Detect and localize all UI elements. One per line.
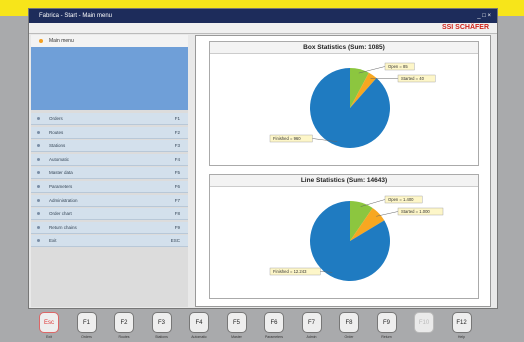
- fkey-f8-button[interactable]: F8: [339, 312, 359, 333]
- pie-leader-line: [360, 199, 386, 207]
- bullet-icon: [37, 144, 40, 148]
- sidebar-item-master-data[interactable]: Master data F5: [31, 167, 188, 180]
- fkey-f1-button[interactable]: F1: [76, 312, 97, 333]
- bullet-icon: [37, 184, 40, 188]
- sidebar-item-orders[interactable]: Orders F1: [31, 113, 188, 125]
- pie-label-text: Open = 1.400: [388, 197, 414, 202]
- pie-label-text: Finished = 960: [273, 136, 301, 141]
- fkey-caption: Exit: [46, 335, 52, 339]
- pie-label-text: Started = 40: [401, 76, 425, 81]
- function-key-bar: Esc Exit F1 Orders F2 Routes F3 Stations F4 Autom…: [28, 312, 498, 342]
- fkey-caption: Orders: [81, 335, 92, 339]
- sidebar-item-shortcut: ESC: [170, 238, 180, 244]
- sidebar-item-shortcut: F8: [174, 211, 180, 217]
- pie-leader-line: [358, 66, 386, 74]
- sidebar-item-label: Parameters: [49, 183, 73, 189]
- brand-logo: SSI SCHÄFER: [441, 24, 489, 31]
- sidebar-item-routes[interactable]: Routes F2: [31, 126, 188, 139]
- fkey-f4-button[interactable]: F4: [189, 312, 209, 333]
- sidebar-item-parameters[interactable]: Parameters F6: [31, 180, 188, 193]
- sidebar-item-shortcut: F3: [174, 143, 180, 149]
- box-statistics-pie-chart: Open = 85 Started = 40 Finished = 960: [269, 62, 436, 148]
- sidebar-item-label: Master data: [49, 170, 73, 176]
- fkey-caption: Order: [344, 335, 354, 339]
- sidebar-item-exit[interactable]: Exit ESC: [31, 235, 188, 248]
- sidebar-item-label: Administration: [49, 197, 78, 203]
- pie-label-text: Started = 1.000: [401, 209, 430, 214]
- bullet-icon: [37, 157, 40, 161]
- fkey-f10-button[interactable]: F10: [414, 312, 434, 333]
- sidebar-item-label: Exit: [49, 238, 57, 244]
- fkey-caption: Stations: [155, 335, 168, 339]
- statistics-area: Box Statistics (Sum: 1085) Open = 85 Star…: [195, 35, 491, 307]
- sidebar-item-label: Routes: [49, 129, 64, 135]
- line-statistics-panel: Line Statistics (Sum: 14643) Open = 1.40…: [209, 174, 479, 299]
- bullet-icon: [37, 239, 40, 243]
- sidebar-item-label: Stations: [49, 143, 66, 149]
- sidebar-item-automatic[interactable]: Automatic F4: [31, 153, 188, 166]
- fkey-caption: Help: [457, 335, 466, 339]
- sidebar-item-shortcut: F9: [174, 224, 180, 230]
- sidebar: Main menu Orders F1 Routes F2 Stations F3 Auto…: [31, 35, 188, 307]
- fkey-f12-button[interactable]: F12: [451, 312, 472, 333]
- sidebar-header[interactable]: Main menu: [31, 35, 188, 47]
- fkey-f2-button[interactable]: F2: [114, 312, 134, 333]
- bullet-icon: [37, 198, 40, 202]
- fkey-f5-button[interactable]: F5: [226, 312, 247, 333]
- fkey-caption: Admin: [306, 335, 317, 339]
- sidebar-item-label: Orders: [49, 116, 63, 121]
- fkey-f9-button[interactable]: F9: [376, 312, 397, 333]
- sidebar-item-administration[interactable]: Administration F7: [31, 194, 188, 207]
- bullet-icon: [37, 117, 40, 120]
- bullet-icon: [37, 225, 40, 229]
- sidebar-item-shortcut: F1: [174, 116, 180, 121]
- fkey-caption: Automatic: [191, 335, 207, 339]
- line-statistics-pie-chart: Open = 1.400 Started = 1.000 Finished = 12…: [269, 195, 444, 281]
- bullet-icon: [37, 171, 40, 175]
- box-statistics-panel: Box Statistics (Sum: 1085) Open = 85 Star…: [209, 41, 479, 166]
- fkey-f3-button[interactable]: F3: [151, 312, 172, 333]
- brand-bar: SSI SCHÄFER: [29, 23, 497, 34]
- bullet-icon: [37, 130, 40, 134]
- menu-dot-icon: [39, 39, 43, 43]
- sidebar-header-label: Main menu: [49, 38, 74, 44]
- pie-leader-line: [376, 211, 399, 217]
- sidebar-item-shortcut: F6: [174, 183, 180, 189]
- sidebar-blank-panel: [31, 47, 188, 110]
- bullet-icon: [37, 212, 40, 216]
- app-window: Fabrica - Start - Main menu _ □ × SSI SC…: [28, 8, 498, 309]
- window-controls[interactable]: _ □ ×: [477, 9, 491, 23]
- fkey-f7-button[interactable]: F7: [301, 312, 322, 333]
- pie-label-text: Open = 85: [388, 64, 408, 69]
- sidebar-item-order-chart[interactable]: Order chart F8: [31, 208, 188, 221]
- sidebar-item-stations[interactable]: Stations F3: [31, 140, 188, 153]
- sidebar-item-shortcut: F2: [174, 129, 180, 135]
- fkey-caption: Return: [381, 335, 392, 339]
- fkey-caption: Parameters: [264, 335, 284, 339]
- sidebar-item-shortcut: F4: [174, 156, 180, 162]
- sidebar-item-shortcut: F7: [174, 197, 180, 203]
- sidebar-item-shortcut: F5: [174, 170, 180, 176]
- fkey-f6-button[interactable]: F6: [264, 312, 284, 333]
- fkey-esc-button[interactable]: Esc: [39, 312, 59, 333]
- sidebar-item-return-chains[interactable]: Return chains F9: [31, 221, 188, 234]
- window-titlebar: Fabrica - Start - Main menu _ □ ×: [29, 9, 497, 23]
- sidebar-item-label: Return chains: [49, 224, 77, 230]
- fkey-caption: Routes: [118, 335, 130, 339]
- main-menu-list: Orders F1 Routes F2 Stations F3 Automatic F4 Mas…: [31, 113, 188, 249]
- fkey-caption: Master: [231, 335, 242, 339]
- sidebar-item-label: Automatic: [49, 156, 70, 162]
- pie-slice-finished: [310, 68, 390, 148]
- sidebar-item-label: Order chart: [49, 211, 72, 217]
- pie-label-text: Finished = 12.243: [273, 269, 307, 274]
- window-title: Fabrica - Start - Main menu: [39, 13, 113, 19]
